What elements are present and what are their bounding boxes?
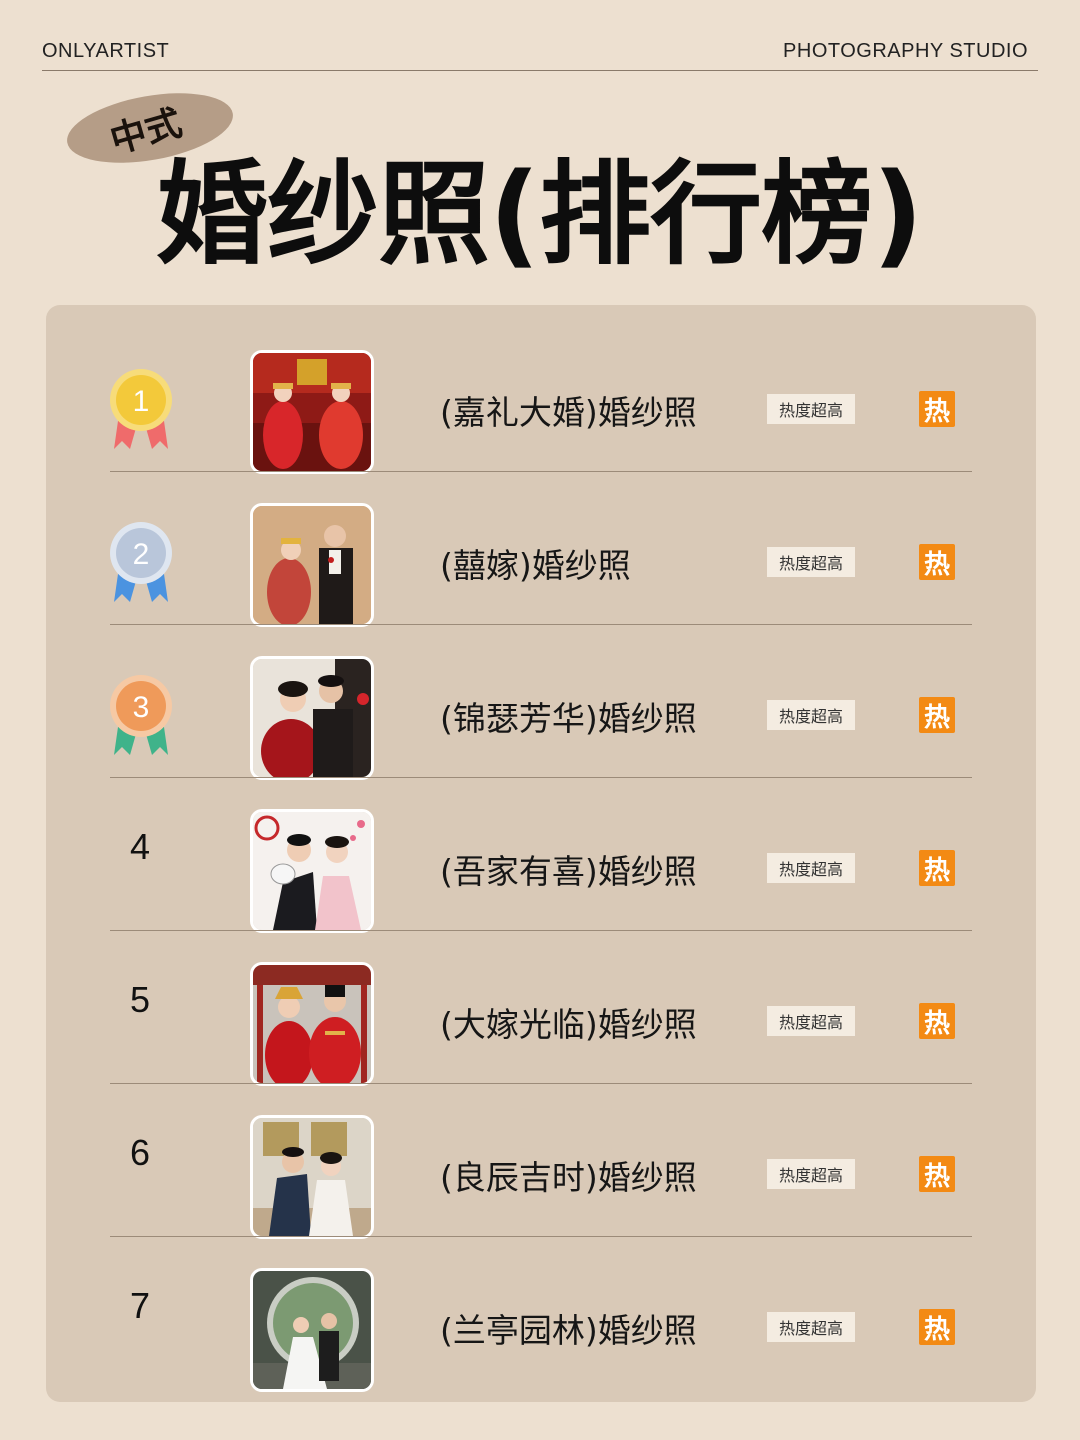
rank-number: 4 bbox=[129, 826, 151, 867]
ranking-row[interactable]: 5 (大嫁光临)婚纱照 热度超高 热 bbox=[46, 931, 1036, 1086]
hot-icon: 热 bbox=[919, 1309, 955, 1345]
ranking-row[interactable]: 2 (囍嫁)婚纱照 热度超高 热 bbox=[46, 472, 1036, 627]
rank-number: 7 bbox=[129, 1285, 151, 1326]
ranking-row[interactable]: 1 (嘉礼大婚)婚纱照 热度超高 热 bbox=[46, 319, 1036, 474]
medal-number: 2 bbox=[133, 538, 150, 571]
silver-medal-icon: 2 bbox=[110, 522, 172, 602]
ranking-title[interactable]: (大嫁光临)婚纱照 bbox=[440, 998, 697, 1046]
ranking-row[interactable]: 4 (吾家有喜)婚纱照 热度超高 热 bbox=[46, 778, 1036, 933]
hot-level-badge: 热度超高 bbox=[767, 547, 855, 577]
wedding-photo-thumbnail[interactable] bbox=[250, 1115, 374, 1239]
hot-icon: 热 bbox=[919, 1003, 955, 1039]
wedding-photo-thumbnail[interactable] bbox=[250, 350, 374, 474]
bronze-medal-icon: 3 bbox=[110, 675, 172, 755]
ranking-row[interactable]: 7 (兰亭园林)婚纱照 热度超高 热 bbox=[46, 1237, 1036, 1392]
ranking-panel: 1 (嘉礼大婚)婚纱照 热度超高 热 2 (囍嫁)婚纱照 热度超高 热 3 (锦… bbox=[46, 305, 1036, 1402]
rank-number: 5 bbox=[129, 979, 151, 1020]
hot-icon: 热 bbox=[919, 544, 955, 580]
hot-level-badge: 热度超高 bbox=[767, 700, 855, 730]
ranking-title[interactable]: (囍嫁)婚纱照 bbox=[440, 539, 631, 587]
wedding-photo-thumbnail[interactable] bbox=[250, 503, 374, 627]
ranking-title[interactable]: (兰亭园林)婚纱照 bbox=[440, 1304, 697, 1352]
wedding-photo-thumbnail[interactable] bbox=[250, 962, 374, 1086]
hot-level-badge: 热度超高 bbox=[767, 1159, 855, 1189]
hot-icon: 热 bbox=[919, 850, 955, 886]
header-brand: ONLYARTIST bbox=[42, 40, 170, 62]
medal-number: 3 bbox=[133, 691, 150, 724]
medal-number: 1 bbox=[133, 385, 150, 418]
page-title: 婚纱照(排行榜) bbox=[156, 150, 923, 280]
ranking-title[interactable]: (锦瑟芳华)婚纱照 bbox=[440, 692, 697, 740]
wedding-photo-thumbnail[interactable] bbox=[250, 1268, 374, 1392]
hot-icon: 热 bbox=[919, 697, 955, 733]
header-divider bbox=[42, 70, 1038, 71]
wedding-photo-thumbnail[interactable] bbox=[250, 809, 374, 933]
ranking-row[interactable]: 6 (良辰吉时)婚纱照 热度超高 热 bbox=[46, 1084, 1036, 1239]
gold-medal-icon: 1 bbox=[110, 369, 172, 449]
hot-level-badge: 热度超高 bbox=[767, 1312, 855, 1342]
hot-level-badge: 热度超高 bbox=[767, 394, 855, 424]
wedding-photo-thumbnail[interactable] bbox=[250, 656, 374, 780]
ranking-title[interactable]: (良辰吉时)婚纱照 bbox=[440, 1151, 697, 1199]
ranking-title[interactable]: (吾家有喜)婚纱照 bbox=[440, 845, 697, 893]
header-studio: PHOTOGRAPHY STUDIO bbox=[783, 40, 1028, 62]
ranking-row[interactable]: 3 (锦瑟芳华)婚纱照 热度超高 热 bbox=[46, 625, 1036, 780]
ranking-title[interactable]: (嘉礼大婚)婚纱照 bbox=[440, 386, 697, 434]
hot-icon: 热 bbox=[919, 1156, 955, 1192]
rank-number: 6 bbox=[129, 1132, 151, 1173]
hot-icon: 热 bbox=[919, 391, 955, 427]
hot-level-badge: 热度超高 bbox=[767, 1006, 855, 1036]
hot-level-badge: 热度超高 bbox=[767, 853, 855, 883]
